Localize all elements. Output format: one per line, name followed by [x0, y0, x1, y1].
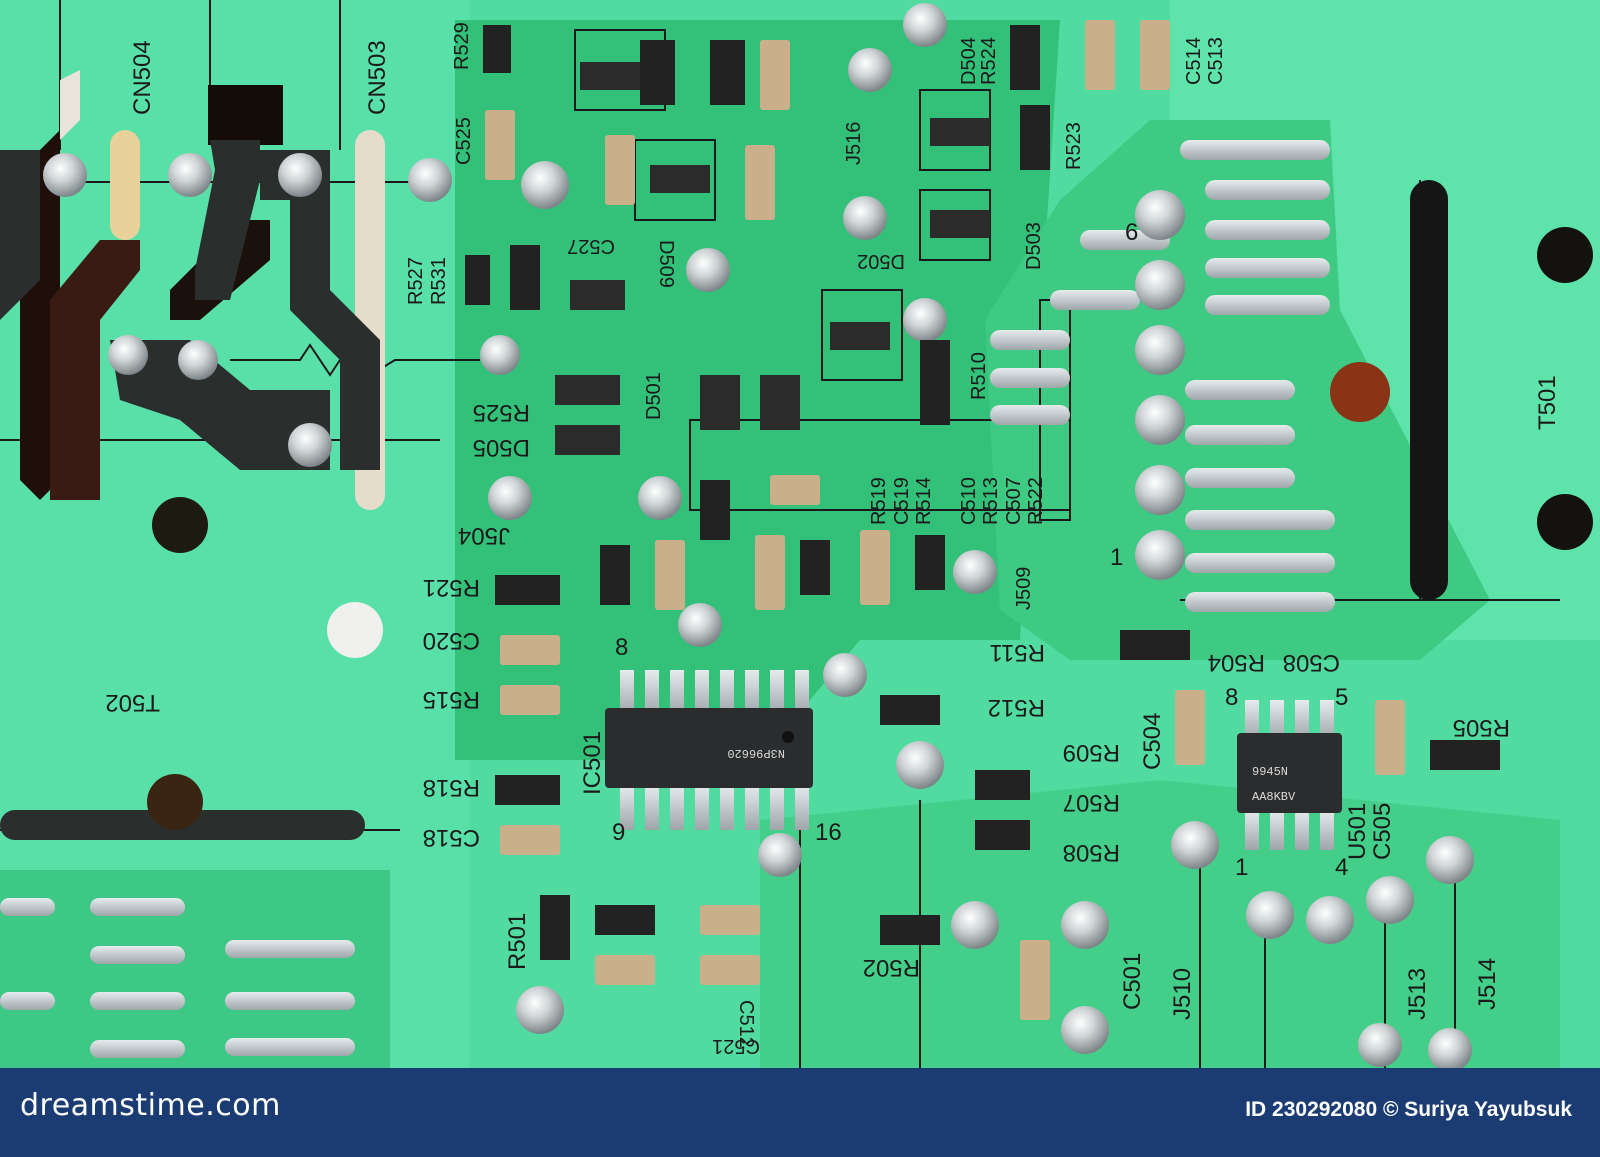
label-j510: J510: [1169, 968, 1196, 1020]
label-r513: R513: [980, 477, 1002, 525]
label-j514: J514: [1474, 958, 1501, 1010]
label-c505: C505: [1369, 803, 1396, 860]
chip1-marking: N3P96620: [727, 746, 785, 760]
label-r511: R511: [989, 639, 1045, 666]
label-j516: J516: [843, 122, 865, 165]
label-c510: C510: [958, 477, 980, 525]
label-r515: R515: [423, 686, 480, 713]
svg-text:4: 4: [1335, 854, 1348, 881]
label-t501: T501: [1534, 375, 1561, 430]
svg-text:8: 8: [1225, 684, 1238, 711]
label-cn504: CN504: [129, 40, 156, 115]
svg-text:6: 6: [1125, 219, 1138, 246]
label-r504: R504: [1208, 649, 1265, 676]
label-r523: R523: [1063, 122, 1085, 170]
label-c520: C520: [423, 627, 480, 654]
label-ic501: IC501: [579, 731, 606, 795]
chip2-marking-line2: AA8KBV: [1252, 790, 1296, 804]
stock-photo: CN504 CN503 R529 C525 R527 R531 C527 J51…: [0, 0, 1600, 1157]
svg-text:1: 1: [1110, 544, 1123, 571]
watermark-footer: dreamstime.com ID 230292080 © Suriya Yay…: [0, 1068, 1600, 1157]
label-r521: R521: [423, 574, 480, 601]
label-d505: D505: [473, 434, 530, 461]
label-d503: D503: [1023, 222, 1045, 270]
label-d501: D501: [643, 372, 665, 420]
label-t502: T502: [105, 689, 160, 716]
label-r501: R501: [504, 913, 531, 970]
label-r507: R507: [1063, 789, 1120, 816]
label-r514: R514: [913, 477, 935, 525]
label-c527: C527: [567, 235, 615, 257]
label-j509: J509: [1013, 567, 1035, 610]
label-r522: R522: [1025, 477, 1047, 525]
chip2-marking-line1: 9945N: [1252, 765, 1288, 779]
svg-text:1: 1: [1235, 854, 1248, 881]
label-r529: R529: [451, 22, 473, 70]
label-r508: R508: [1063, 839, 1120, 866]
label-c504: C504: [1139, 713, 1166, 770]
label-c501: C501: [1119, 953, 1146, 1010]
svg-text:8: 8: [615, 634, 628, 661]
label-c525: C525: [453, 117, 475, 165]
label-r502: R502: [863, 954, 920, 981]
label-r510: R510: [968, 352, 990, 400]
label-u501: U501: [1344, 803, 1371, 860]
label-r518: R518: [423, 774, 480, 801]
label-c519: C519: [891, 477, 913, 525]
label-c514: C514: [1183, 37, 1205, 85]
label-j504: J504: [458, 522, 510, 549]
label-c508: C508: [1283, 649, 1340, 676]
label-r509: R509: [1063, 739, 1120, 766]
label-r525: R525: [473, 399, 530, 426]
label-d509: D509: [655, 240, 677, 288]
pcb-photo: CN504 CN503 R529 C525 R527 R531 C527 J51…: [0, 0, 1600, 1068]
label-r524: R524: [978, 37, 1000, 85]
label-r531: R531: [428, 257, 450, 305]
label-j513: J513: [1404, 968, 1431, 1020]
label-r527: R527: [405, 257, 427, 305]
dreamstime-logo: dreamstime.com: [20, 1088, 281, 1123]
label-r505: R505: [1453, 714, 1510, 741]
svg-text:16: 16: [815, 819, 842, 846]
label-c507: C507: [1003, 477, 1025, 525]
svg-text:5: 5: [1335, 684, 1348, 711]
label-r519: R519: [868, 477, 890, 525]
label-c518: C518: [423, 824, 480, 851]
label-cn503: CN503: [364, 40, 391, 115]
label-c521: C521: [712, 1035, 760, 1057]
label-c513: C513: [1205, 37, 1227, 85]
label-r512: R512: [988, 694, 1045, 721]
image-credit: ID 230292080 © Suriya Yayubsuk: [1245, 1098, 1572, 1121]
label-d504: D504: [958, 37, 980, 85]
svg-text:9: 9: [612, 819, 625, 846]
label-d502: D502: [857, 250, 905, 272]
